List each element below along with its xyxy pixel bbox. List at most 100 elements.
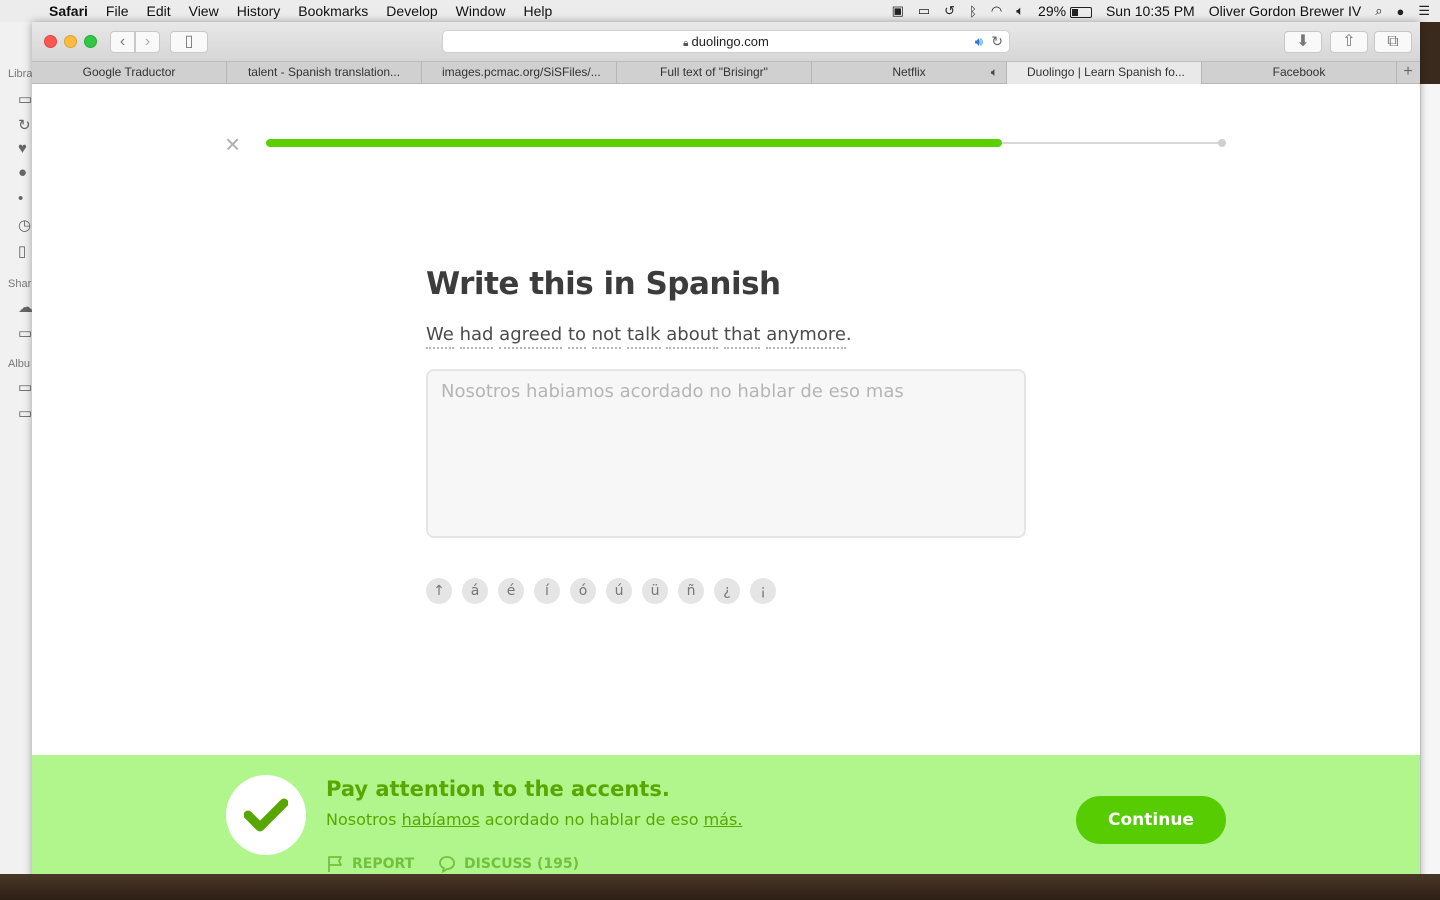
sentence-word[interactable]: not xyxy=(591,324,622,349)
user-name[interactable]: Oliver Gordon Brewer IV xyxy=(1209,3,1362,19)
sentence-word[interactable]: talk xyxy=(626,324,661,349)
menu-edit[interactable]: Edit xyxy=(137,3,179,19)
tab-title: Full text of "Brisingr" xyxy=(660,65,768,79)
address-bar[interactable]: 🔒︎ duolingo.com 🔊︎ ↻ xyxy=(442,30,1010,53)
report-label: REPORT xyxy=(352,856,415,872)
safari-window: ‹ › ▯ 🔒︎ duolingo.com 🔊︎ ↻ ⬇ ⇧ ⧉ Google T… xyxy=(32,22,1420,896)
sentence-word[interactable]: We xyxy=(426,324,454,349)
tab-bar: Google Traductor talent - Spanish transl… xyxy=(32,61,1420,84)
maximize-window-button[interactable] xyxy=(84,35,97,48)
heart-icon: ♥ xyxy=(18,140,27,157)
special-char-key[interactable]: ü xyxy=(642,578,668,604)
reload-icon[interactable]: ↻ xyxy=(991,31,1003,52)
trash-icon: ▯ xyxy=(18,243,27,260)
sentence-word[interactable]: agreed xyxy=(499,324,563,349)
corrected-word: habíamos xyxy=(401,810,480,829)
volume-icon[interactable]: 🔈︎ xyxy=(1016,3,1024,19)
tab-netflix[interactable]: Netflix 🔈︎ xyxy=(812,62,1007,84)
menu-history[interactable]: History xyxy=(228,3,290,19)
checkmark-icon xyxy=(244,798,288,832)
continue-button[interactable]: Continue xyxy=(1076,796,1226,844)
recent-icon: ◷ xyxy=(18,217,32,234)
time-machine-icon[interactable]: ↺ xyxy=(944,3,955,19)
special-char-key[interactable]: ú xyxy=(606,578,632,604)
battery-percent: 29% xyxy=(1038,3,1067,19)
lock-icon: 🔒︎ xyxy=(683,38,689,49)
special-char-key[interactable]: é xyxy=(498,578,524,604)
menu-app-name[interactable]: Safari xyxy=(40,3,97,19)
spotlight-icon[interactable]: ⌕ xyxy=(1375,3,1382,19)
browser-toolbar: ‹ › ▯ 🔒︎ duolingo.com 🔊︎ ↻ ⬇ ⇧ ⧉ xyxy=(32,22,1420,61)
sentence-word[interactable]: to xyxy=(567,324,587,349)
comment-icon xyxy=(439,856,455,873)
clock[interactable]: Sun 10:35 PM xyxy=(1106,3,1195,19)
menu-help[interactable]: Help xyxy=(514,3,561,19)
shift-key[interactable]: ↑ xyxy=(426,578,452,604)
folder-icon: ▭ xyxy=(18,379,33,396)
forward-button[interactable]: › xyxy=(135,31,160,53)
discuss-label: DISCUSS (195) xyxy=(464,856,579,872)
notification-center-icon[interactable]: ☰ xyxy=(1418,3,1430,19)
quit-lesson-icon[interactable]: × xyxy=(225,131,240,157)
sentence-word[interactable]: had xyxy=(459,324,494,349)
sentence-word[interactable]: about xyxy=(666,324,719,349)
duolingo-lesson-page: × Write this in Spanish We had agreed to… xyxy=(32,84,1420,896)
tab-facebook[interactable]: Facebook xyxy=(1202,62,1397,84)
special-char-key[interactable]: ¡ xyxy=(750,578,776,604)
discuss-button[interactable]: DISCUSS (195) xyxy=(438,855,579,873)
desktop-background xyxy=(0,874,1440,900)
answer-textarea[interactable]: Nosotros habiamos acordado no hablar de … xyxy=(426,369,1026,538)
folder-icon: ▭ xyxy=(18,325,33,342)
minimize-window-button[interactable] xyxy=(64,35,77,48)
tab-pcmac-images[interactable]: images.pcmac.org/SiSFiles/... xyxy=(422,62,617,84)
shared-icon: ↻ xyxy=(18,117,31,134)
people-icon: ● xyxy=(18,164,28,181)
special-char-key[interactable]: ó xyxy=(570,578,596,604)
tab-google-traductor[interactable]: Google Traductor xyxy=(32,62,227,84)
special-char-key[interactable]: á xyxy=(462,578,488,604)
wifi-icon[interactable]: ◠ xyxy=(991,3,1002,19)
share-icon[interactable]: ⇧ xyxy=(1330,31,1368,53)
correct-answer: Nosotros habíamos acordado no hablar de … xyxy=(326,810,742,829)
special-characters-bar: ↑ á é í ó ú ü ñ ¿ ¡ xyxy=(426,578,776,604)
tab-title: talent - Spanish translation... xyxy=(247,65,401,79)
tab-overview-icon[interactable]: ⧉ xyxy=(1374,31,1412,53)
special-char-key[interactable]: ¿ xyxy=(714,578,740,604)
sidebar-toggle-icon[interactable]: ▯ xyxy=(170,31,208,53)
menu-window[interactable]: Window xyxy=(447,3,515,19)
tab-title: Duolingo | Learn Spanish fo... xyxy=(1027,65,1185,79)
special-char-key[interactable]: í xyxy=(534,578,560,604)
special-char-key[interactable]: ñ xyxy=(678,578,704,604)
tab-duolingo[interactable]: Duolingo | Learn Spanish fo... xyxy=(1007,62,1202,84)
media-icon[interactable]: ▣ xyxy=(892,3,904,19)
sentence-word[interactable]: anymore xyxy=(766,324,846,349)
siri-icon[interactable]: ● xyxy=(1396,4,1404,19)
tab-title: Google Traductor xyxy=(82,65,176,79)
downloads-icon[interactable]: ⬇ xyxy=(1284,31,1322,53)
airplay-icon[interactable]: ▭ xyxy=(918,3,930,19)
menu-view[interactable]: View xyxy=(180,3,228,19)
cloud-icon: ☁ xyxy=(18,299,33,316)
battery-status[interactable]: 29% xyxy=(1038,3,1092,19)
audio-playing-icon[interactable]: 🔊︎ xyxy=(975,31,983,52)
menu-develop[interactable]: Develop xyxy=(377,3,446,19)
menu-bookmarks[interactable]: Bookmarks xyxy=(289,3,377,19)
photos-icon: ▭ xyxy=(18,91,33,108)
report-button[interactable]: REPORT xyxy=(326,855,414,873)
corrected-word: más. xyxy=(703,810,743,829)
url-text: duolingo.com xyxy=(691,34,769,49)
new-tab-button[interactable]: + xyxy=(1397,62,1419,83)
tab-title: Netflix xyxy=(892,65,926,79)
prompt-title: Write this in Spanish xyxy=(426,266,781,302)
tab-talent-translation[interactable]: talent - Spanish translation... xyxy=(227,62,422,84)
back-button[interactable]: ‹ xyxy=(110,31,135,53)
flag-icon xyxy=(328,856,342,872)
tab-audio-icon[interactable]: 🔈︎ xyxy=(991,62,998,83)
close-window-button[interactable] xyxy=(44,35,57,48)
sentence-word[interactable]: that xyxy=(723,324,761,349)
menu-file[interactable]: File xyxy=(97,3,138,19)
tab-brisingr[interactable]: Full text of "Brisingr" xyxy=(617,62,812,84)
check-badge xyxy=(226,775,306,855)
bluetooth-icon[interactable]: ᛒ xyxy=(969,4,977,19)
bg-section-label: Shar xyxy=(8,278,32,290)
